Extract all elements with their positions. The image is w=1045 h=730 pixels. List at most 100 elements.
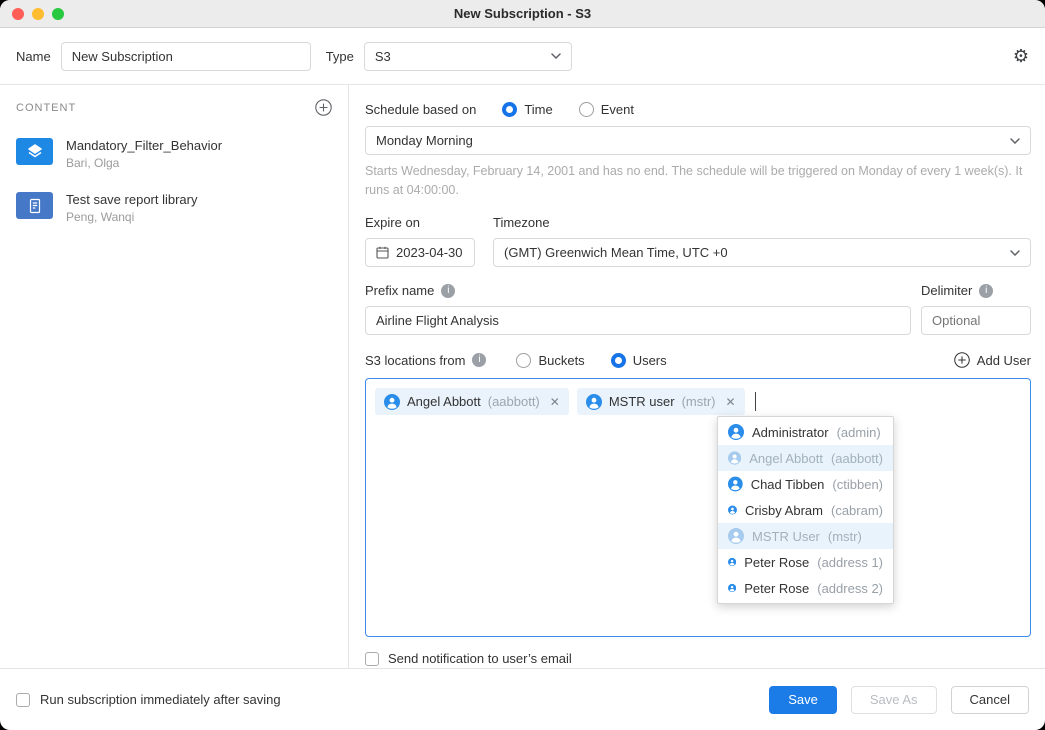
type-select[interactable]: S3: [364, 42, 572, 71]
user-avatar-icon: [586, 394, 602, 410]
dropdown-user-id: (address 1): [817, 555, 883, 570]
add-user-label: Add User: [977, 353, 1031, 368]
expire-date-picker[interactable]: 2023-04-30: [365, 238, 475, 267]
name-input[interactable]: [61, 42, 311, 71]
minimize-window-button[interactable]: [32, 8, 44, 20]
dropdown-user-id: (mstr): [828, 529, 862, 544]
name-label: Name: [16, 49, 51, 64]
dossier-icon: [16, 138, 53, 165]
radio-event-label: Event: [601, 102, 634, 117]
gear-icon[interactable]: ⚙: [1013, 47, 1029, 65]
user-avatar-icon: [728, 580, 736, 596]
traffic-lights: [12, 8, 64, 20]
content-item-report[interactable]: Test save report library Peng, Wanqi: [16, 192, 332, 224]
plus-circle-icon: [954, 352, 970, 368]
dropdown-item[interactable]: Peter Rose (address 1): [718, 549, 893, 575]
delimiter-info-icon[interactable]: [979, 284, 993, 298]
user-avatar-icon: [728, 424, 744, 440]
remove-chip-icon[interactable]: [550, 395, 560, 409]
prefix-name-label: Prefix name: [365, 283, 434, 298]
content-item-dossier[interactable]: Mandatory_Filter_Behavior Bari, Olga: [16, 138, 332, 170]
delimiter-label: Delimiter: [921, 283, 972, 298]
dropdown-item[interactable]: Chad Tibben (ctibben): [718, 471, 893, 497]
expire-date-value: 2023-04-30: [396, 245, 463, 260]
run-immediately-checkbox[interactable]: [16, 693, 30, 707]
content-section-title: CONTENT: [16, 102, 76, 114]
radio-event[interactable]: Event: [579, 102, 634, 117]
chevron-down-icon: [1010, 250, 1020, 256]
dropdown-item-disabled[interactable]: Angel Abbott (aabbott): [718, 445, 893, 471]
report-icon: [16, 192, 53, 219]
dialog-window: New Subscription - S3 Name Type S3 ⚙ CON…: [0, 0, 1045, 730]
chip-user-name: Angel Abbott: [407, 394, 481, 409]
expire-on-label: Expire on: [365, 215, 475, 230]
timezone-select-value: (GMT) Greenwich Mean Time, UTC +0: [504, 245, 728, 260]
dropdown-user-id: (aabbott): [831, 451, 883, 466]
save-button[interactable]: Save: [769, 686, 837, 714]
content-item-owner: Peng, Wanqi: [66, 210, 198, 224]
chip-user-name: MSTR user: [609, 394, 675, 409]
user-avatar-icon: [384, 394, 400, 410]
send-notification-checkbox[interactable]: [365, 652, 379, 666]
dialog-footer: Run subscription immediately after savin…: [0, 668, 1045, 730]
content-item-title: Test save report library: [66, 192, 198, 207]
type-label: Type: [326, 49, 354, 64]
run-immediately-label: Run subscription immediately after savin…: [40, 692, 281, 707]
dropdown-user-id: (admin): [837, 425, 881, 440]
close-window-button[interactable]: [12, 8, 24, 20]
user-avatar-icon: [728, 528, 744, 544]
dropdown-user-name: Peter Rose: [744, 581, 809, 596]
dropdown-user-id: (ctibben): [832, 477, 883, 492]
timezone-label: Timezone: [493, 215, 1031, 230]
user-avatar-icon: [728, 450, 741, 466]
user-chip: Angel Abbott (aabbott): [375, 388, 569, 415]
dropdown-item[interactable]: Crisby Abram (cabram): [718, 497, 893, 523]
window-title: New Subscription - S3: [454, 6, 591, 21]
schedule-select[interactable]: Monday Morning: [365, 126, 1031, 155]
dropdown-user-name: Peter Rose: [744, 555, 809, 570]
dropdown-item[interactable]: Administrator (admin): [718, 419, 893, 445]
s3-locations-info-icon[interactable]: [472, 353, 486, 367]
radio-users-control[interactable]: [611, 353, 626, 368]
dropdown-user-id: (cabram): [831, 503, 883, 518]
radio-time-control[interactable]: [502, 102, 517, 117]
prefix-name-input[interactable]: [365, 306, 911, 335]
chip-user-id: (aabbott): [488, 394, 540, 409]
radio-users-label: Users: [633, 353, 667, 368]
prefix-info-icon[interactable]: [441, 284, 455, 298]
radio-buckets[interactable]: Buckets: [516, 353, 584, 368]
add-user-button[interactable]: Add User: [954, 352, 1031, 368]
dropdown-user-name: MSTR User: [752, 529, 820, 544]
calendar-icon: [376, 246, 389, 259]
user-avatar-icon: [728, 554, 736, 570]
content-item-owner: Bari, Olga: [66, 156, 222, 170]
users-input-area[interactable]: Angel Abbott (aabbott) MSTR user (mstr): [365, 378, 1031, 637]
send-notification-label: Send notification to user’s email: [388, 651, 572, 666]
save-as-button[interactable]: Save As: [851, 686, 937, 714]
dropdown-user-name: Angel Abbott: [749, 451, 823, 466]
timezone-select[interactable]: (GMT) Greenwich Mean Time, UTC +0: [493, 238, 1031, 267]
dropdown-user-name: Chad Tibben: [751, 477, 825, 492]
chip-user-id: (mstr): [682, 394, 716, 409]
radio-buckets-control[interactable]: [516, 353, 531, 368]
radio-time-label: Time: [524, 102, 552, 117]
delimiter-input[interactable]: [921, 306, 1031, 335]
type-select-value: S3: [375, 49, 391, 64]
dropdown-item-disabled[interactable]: MSTR User (mstr): [718, 523, 893, 549]
chevron-down-icon: [1010, 138, 1020, 144]
text-caret: [755, 392, 756, 411]
cancel-button[interactable]: Cancel: [951, 686, 1029, 714]
radio-event-control[interactable]: [579, 102, 594, 117]
radio-time[interactable]: Time: [502, 102, 552, 117]
title-bar: New Subscription - S3: [0, 0, 1045, 28]
zoom-window-button[interactable]: [52, 8, 64, 20]
dropdown-user-name: Crisby Abram: [745, 503, 823, 518]
dropdown-item[interactable]: Peter Rose (address 2): [718, 575, 893, 601]
add-content-icon[interactable]: [315, 99, 332, 116]
dropdown-user-name: Administrator: [752, 425, 829, 440]
radio-buckets-label: Buckets: [538, 353, 584, 368]
radio-users[interactable]: Users: [611, 353, 667, 368]
remove-chip-icon[interactable]: [726, 395, 736, 409]
subscription-form: Schedule based on Time Event Monday Morn…: [349, 85, 1045, 668]
user-suggestions-dropdown: Administrator (admin) Angel Abbott (aabb…: [717, 416, 894, 604]
